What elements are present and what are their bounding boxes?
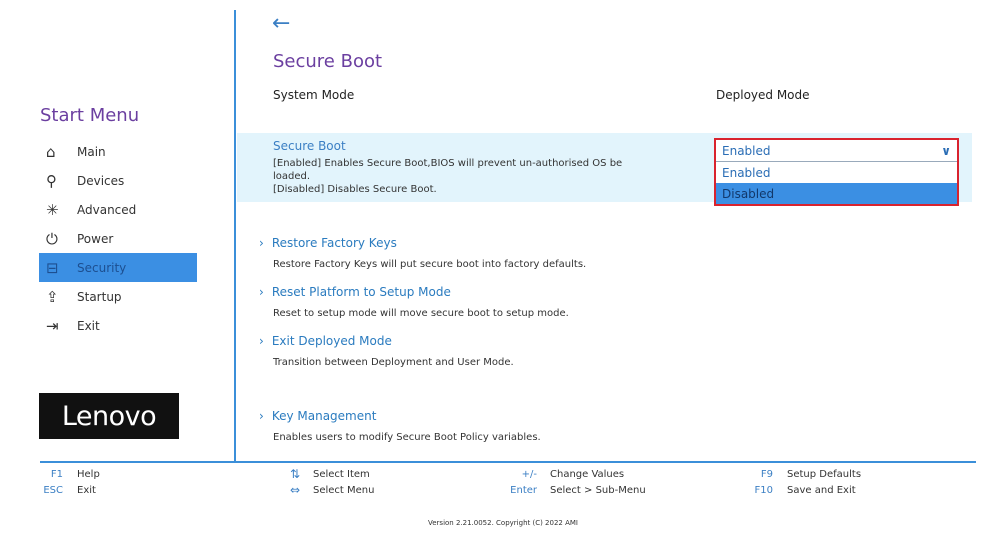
- link-description: Transition between Deployment and User M…: [273, 357, 514, 368]
- start-menu-title: Start Menu: [40, 105, 140, 126]
- dropdown-current[interactable]: Enabled ∨: [716, 140, 957, 162]
- left-right-arrows-icon: ⇔: [289, 483, 300, 497]
- sidebar-item-label: Main: [77, 144, 106, 159]
- secure-boot-dropdown[interactable]: Enabled ∨ Enabled Disabled: [714, 138, 959, 206]
- exit-deployed-mode-link[interactable]: › Exit Deployed Mode: [259, 334, 392, 348]
- sidebar-item-startup[interactable]: ⇪ Startup: [39, 282, 197, 311]
- link-description: Restore Factory Keys will put secure boo…: [273, 259, 587, 270]
- sidebar-item-exit[interactable]: ⇥ Exit: [39, 311, 197, 340]
- footer-key: ESC: [43, 485, 63, 496]
- dropdown-value: Enabled: [722, 143, 771, 158]
- footer-key: F10: [754, 485, 773, 496]
- sidebar-item-label: Startup: [77, 289, 122, 304]
- dropdown-option-disabled[interactable]: Disabled: [716, 183, 957, 204]
- back-arrow-icon[interactable]: ←: [272, 11, 290, 36]
- advanced-icon: ✳: [46, 200, 59, 219]
- sidebar-item-security[interactable]: ⊟ Security: [39, 253, 197, 282]
- system-mode-value: Deployed Mode: [716, 88, 810, 102]
- chevron-right-icon: ›: [259, 236, 264, 250]
- footer-divider: [40, 461, 976, 463]
- sidebar-divider: [234, 10, 236, 462]
- footer-label: Save and Exit: [787, 485, 856, 496]
- chevron-right-icon: ›: [259, 409, 264, 423]
- page-title: Secure Boot: [273, 51, 383, 72]
- dropdown-option-enabled[interactable]: Enabled: [716, 162, 957, 183]
- footer-key: F9: [760, 469, 773, 480]
- link-description: Enables users to modify Secure Boot Poli…: [273, 432, 541, 443]
- version-text: Version 2.21.0052. Copyright (C) 2022 AM…: [428, 519, 578, 527]
- sidebar-item-label: Exit: [77, 318, 100, 333]
- reset-platform-link[interactable]: › Reset Platform to Setup Mode: [259, 285, 451, 299]
- sidebar-item-advanced[interactable]: ✳ Advanced: [39, 195, 197, 224]
- sidebar-item-devices[interactable]: ⚲ Devices: [39, 166, 197, 195]
- restore-factory-keys-link[interactable]: › Restore Factory Keys: [259, 236, 397, 250]
- key-management-link[interactable]: › Key Management: [259, 409, 376, 423]
- footer-key: Enter: [510, 485, 537, 496]
- footer-label: Help: [77, 469, 100, 480]
- footer-label: Setup Defaults: [787, 469, 862, 480]
- startup-icon: ⇪: [46, 287, 59, 306]
- lock-icon: ⊟: [46, 258, 59, 277]
- chevron-down-icon: ∨: [941, 143, 951, 158]
- devices-icon: ⚲: [46, 171, 57, 190]
- power-icon: ⏻: [46, 229, 58, 248]
- footer-label: Select Menu: [313, 485, 375, 496]
- sidebar-item-label: Security: [77, 260, 127, 275]
- footer-label: Exit: [77, 485, 96, 496]
- chevron-right-icon: ›: [259, 285, 264, 299]
- footer-key: +/-: [521, 469, 537, 480]
- sidebar-item-main[interactable]: ⌂ Main: [39, 137, 197, 166]
- sidebar-item-power[interactable]: ⏻ Power: [39, 224, 197, 253]
- sidebar-item-label: Power: [77, 231, 114, 246]
- sidebar-item-label: Devices: [77, 173, 125, 188]
- exit-icon: ⇥: [46, 316, 59, 335]
- footer-label: Change Values: [550, 469, 625, 480]
- home-icon: ⌂: [46, 142, 56, 161]
- footer-label: Select Item: [313, 469, 370, 480]
- sidebar-item-label: Advanced: [77, 202, 137, 217]
- secure-boot-label: Secure Boot: [273, 139, 346, 153]
- secure-boot-description: [Enabled] Enables Secure Boot,BIOS will …: [273, 158, 623, 195]
- system-mode-label: System Mode: [273, 88, 355, 102]
- footer-label: Select > Sub-Menu: [550, 485, 646, 496]
- chevron-right-icon: ›: [259, 334, 264, 348]
- link-description: Reset to setup mode will move secure boo…: [273, 308, 569, 319]
- footer-key: F1: [50, 469, 63, 480]
- up-down-arrows-icon: ⇅: [289, 467, 300, 481]
- lenovo-logo: Lenovo: [39, 393, 179, 439]
